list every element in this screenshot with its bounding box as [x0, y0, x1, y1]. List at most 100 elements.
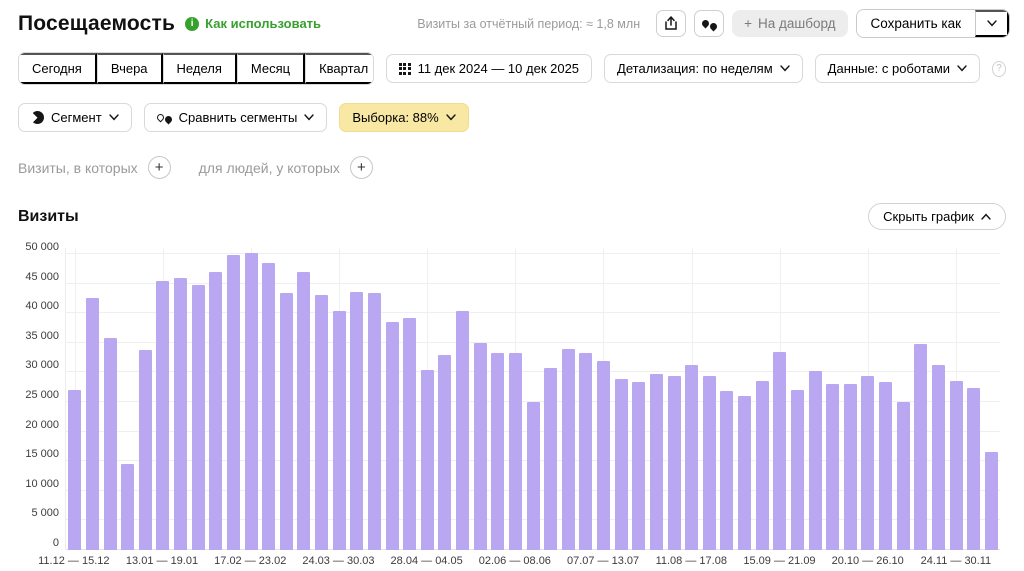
chart-bar[interactable] — [562, 349, 575, 550]
chart-bar[interactable] — [668, 376, 681, 550]
compare-segments-dropdown[interactable]: Сравнить сегменты — [144, 103, 328, 132]
chart-bar[interactable] — [809, 371, 822, 550]
x-axis-label: 24.03 — 30.03 — [302, 555, 374, 567]
chart-bar-slot — [965, 248, 983, 550]
chart-bar[interactable] — [844, 384, 857, 550]
chart-bar-slot — [154, 248, 172, 550]
annotations-button[interactable] — [694, 10, 724, 37]
chart-bar[interactable] — [897, 402, 910, 550]
how-to-use-link[interactable]: Как использовать — [205, 16, 321, 31]
chart-bar-slot — [84, 248, 102, 550]
save-as-split-button: Сохранить как — [856, 9, 1010, 38]
chart-bar[interactable] — [280, 293, 293, 550]
tab-неделя[interactable]: Неделя — [163, 53, 237, 84]
hide-chart-button[interactable]: Скрыть график — [868, 203, 1006, 230]
tab-сегодня[interactable]: Сегодня — [19, 53, 97, 84]
chart-bar[interactable] — [544, 368, 557, 550]
chart-bar[interactable] — [579, 353, 592, 550]
chart-bar[interactable] — [350, 292, 363, 550]
chart-bar[interactable] — [262, 263, 275, 550]
chart-bar[interactable] — [192, 285, 205, 550]
save-as-dropdown-button[interactable] — [975, 10, 1009, 37]
detailing-dropdown[interactable]: Детализация: по неделям — [604, 54, 803, 83]
chart-bar[interactable] — [174, 278, 187, 550]
chart-bar[interactable] — [861, 376, 874, 550]
chart-bar[interactable] — [139, 350, 152, 550]
chart-bar[interactable] — [650, 374, 663, 550]
chart-bar[interactable] — [826, 384, 839, 550]
chart-bar[interactable] — [685, 365, 698, 550]
chart-bar[interactable] — [950, 381, 963, 550]
chart-bar[interactable] — [121, 464, 134, 550]
chart-bar[interactable] — [245, 253, 258, 550]
tab-вчера[interactable]: Вчера — [97, 53, 163, 84]
chart-bar[interactable] — [527, 402, 540, 550]
chart-bar[interactable] — [86, 298, 99, 550]
sampling-dropdown[interactable]: Выборка: 88% — [339, 103, 468, 132]
chart-bar[interactable] — [632, 382, 645, 550]
chart-bar[interactable] — [738, 396, 751, 550]
add-visit-condition-button[interactable]: + — [148, 156, 171, 179]
chart-bar[interactable] — [615, 379, 628, 550]
people-filter-label: для людей, у которых — [199, 160, 340, 176]
tab-квартал[interactable]: Квартал — [305, 53, 373, 84]
chart-bar[interactable] — [879, 382, 892, 550]
tab-месяц[interactable]: Месяц — [237, 53, 305, 84]
chart-bar-slot — [101, 248, 119, 550]
chart-bar-slot — [577, 248, 595, 550]
chevron-down-icon — [109, 114, 119, 121]
chart-bar-slot — [348, 248, 366, 550]
chart-bar[interactable] — [438, 355, 451, 550]
chart-bar[interactable] — [456, 311, 469, 550]
chart-bar-slot — [824, 248, 842, 550]
chart-bar[interactable] — [932, 365, 945, 550]
y-axis-label: 5 000 — [31, 507, 59, 519]
save-as-button[interactable]: Сохранить как — [857, 10, 975, 37]
chart-bar[interactable] — [509, 353, 522, 550]
chart-bar[interactable] — [368, 293, 381, 550]
y-axis-label: 40 000 — [25, 300, 59, 312]
chart-bar[interactable] — [297, 272, 310, 550]
chart-bar[interactable] — [703, 376, 716, 550]
chart-bar-slot — [683, 248, 701, 550]
chart-bar[interactable] — [597, 361, 610, 550]
x-axis-label: 24.11 — 30.11 — [921, 555, 992, 567]
chart-bar[interactable] — [720, 391, 733, 550]
chart-bar[interactable] — [315, 295, 328, 550]
chart-bar[interactable] — [333, 311, 346, 550]
export-button[interactable] — [656, 10, 686, 37]
info-icon[interactable]: i — [185, 17, 199, 31]
chart-bar-slot — [701, 248, 719, 550]
chart-bar-slot — [260, 248, 278, 550]
x-axis-label: 11.08 — 17.08 — [656, 555, 727, 567]
chart-bar[interactable] — [386, 322, 399, 550]
question-icon[interactable]: ? — [992, 61, 1006, 77]
data-mode-dropdown[interactable]: Данные: с роботами — [815, 54, 980, 83]
segment-dropdown[interactable]: Сегмент — [18, 103, 132, 132]
chart-bar[interactable] — [773, 352, 786, 550]
add-to-dashboard-button[interactable]: + На дашборд — [732, 10, 847, 37]
date-range-button[interactable]: 11 дек 2024 — 10 дек 2025 — [386, 54, 592, 83]
add-people-condition-button[interactable]: + — [350, 156, 373, 179]
chart-bar[interactable] — [421, 370, 434, 550]
page-header: Посещаемость i Как использовать Визиты з… — [0, 0, 1024, 38]
chart-bar[interactable] — [104, 338, 117, 550]
chart-bar-slot — [454, 248, 472, 550]
chart-bar[interactable] — [967, 388, 980, 550]
chart-bar[interactable] — [227, 255, 240, 550]
chart-bar[interactable] — [914, 344, 927, 550]
chart-bar[interactable] — [756, 381, 769, 550]
chevron-down-icon — [304, 114, 314, 121]
chart-plot: 05 00010 00015 00020 00025 00030 00035 0… — [65, 248, 1000, 550]
chart-bar[interactable] — [403, 318, 416, 550]
x-axis-label: 28.04 — 04.05 — [391, 555, 463, 567]
chart-bar[interactable] — [209, 272, 222, 550]
chart-bar[interactable] — [474, 343, 487, 550]
chart-bars — [66, 248, 1000, 550]
chart-bar[interactable] — [791, 390, 804, 550]
chart-bar[interactable] — [68, 390, 81, 550]
x-axis-label: 17.02 — 23.02 — [214, 555, 286, 567]
chart-bar[interactable] — [491, 353, 504, 550]
chart-bar[interactable] — [156, 281, 169, 550]
chart-bar[interactable] — [985, 452, 998, 550]
